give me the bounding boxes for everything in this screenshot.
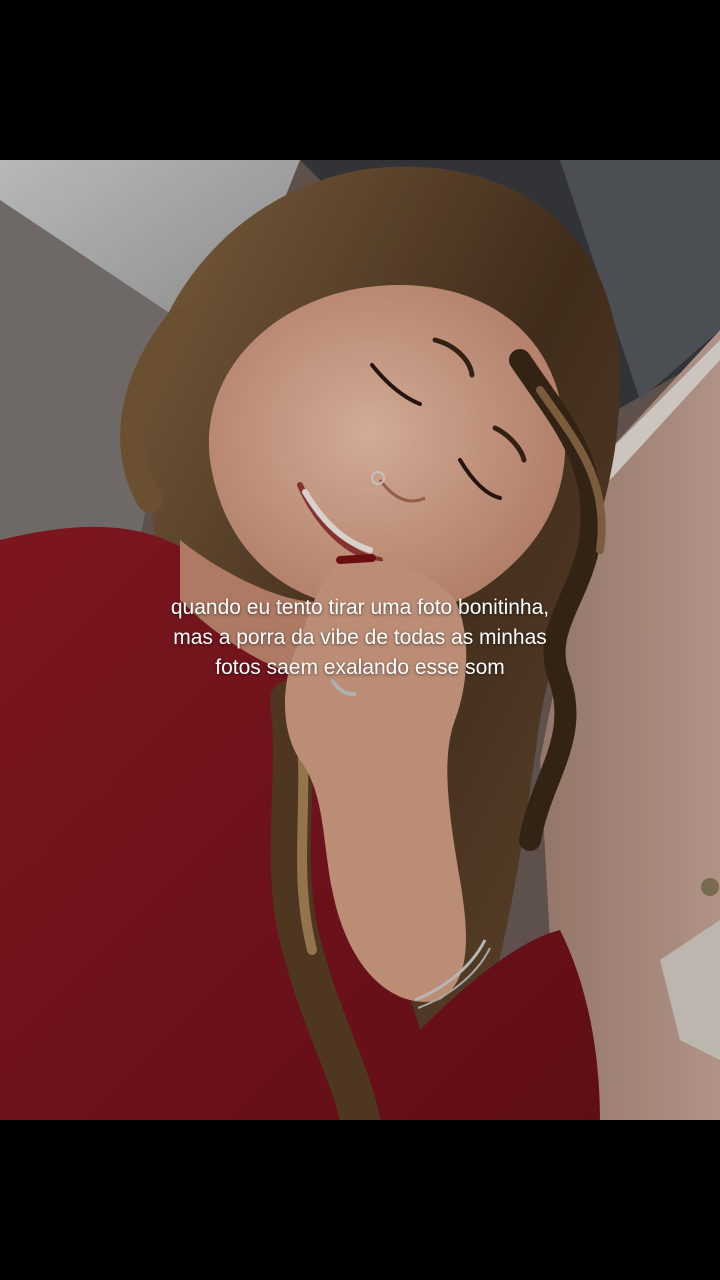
top-letterbox <box>0 0 720 160</box>
caption-line-1: quando eu tento tirar uma foto bonitinha… <box>170 596 550 619</box>
caption-line-2: mas a porra da vibe de todas as minhas <box>173 626 547 649</box>
caption-overlay: quando eu tento tirar uma foto bonitinha… <box>60 593 660 683</box>
bottom-letterbox <box>0 1120 720 1280</box>
caption-line-3: fotos saem exalando esse som <box>215 656 505 679</box>
